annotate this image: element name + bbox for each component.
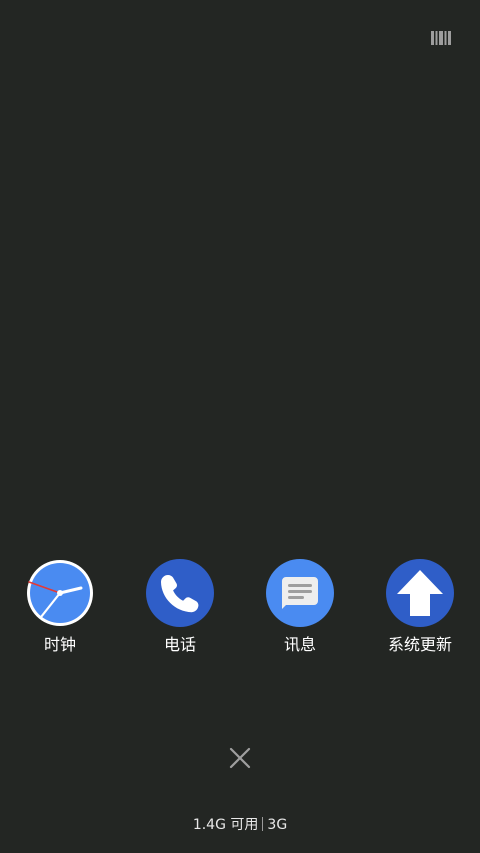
app-label: 讯息	[283, 635, 316, 654]
app-system-update[interactable]: 系统更新	[360, 559, 480, 669]
app-label: 系统更新	[387, 635, 452, 654]
clock-icon	[26, 559, 94, 627]
memory-total: 3G	[267, 817, 288, 833]
app-clock[interactable]: 时钟	[0, 559, 120, 669]
message-icon	[266, 559, 334, 627]
recent-apps-row: 时钟 电话 讯息 系统更新	[0, 559, 480, 669]
barcode-icon[interactable]	[429, 29, 453, 47]
close-icon[interactable]	[226, 744, 254, 772]
memory-available: 1.4G 可用	[192, 817, 259, 833]
system-update-icon	[386, 559, 454, 627]
divider	[262, 817, 264, 831]
phone-icon	[146, 559, 214, 627]
memory-status: 1.4G 可用 3G	[0, 815, 480, 835]
app-label: 时钟	[43, 635, 76, 654]
app-phone[interactable]: 电话	[120, 559, 240, 669]
app-label: 电话	[163, 635, 196, 654]
app-messages[interactable]: 讯息	[240, 559, 360, 669]
